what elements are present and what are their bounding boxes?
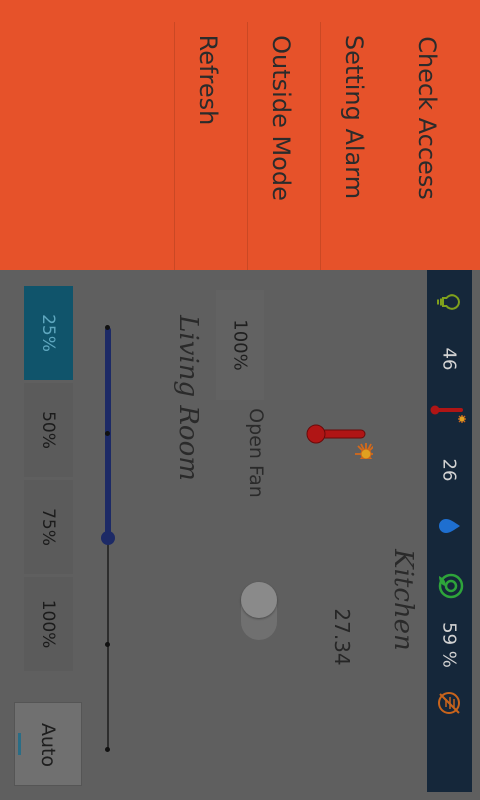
overflow-menu: Check Access Setting Alarm Outside Mode … [0, 0, 480, 270]
fan-label: Open Fan [245, 408, 267, 498]
light-value: 46 [438, 347, 460, 371]
speed-option-75[interactable]: 75% [24, 480, 73, 574]
auto-button[interactable]: Auto [14, 702, 82, 786]
slider-tick [105, 641, 110, 647]
temperature-value: 26 [438, 458, 460, 482]
living-room-title: Living Room [173, 315, 203, 481]
sensor-status-bar: 46 26 59 % [427, 270, 472, 792]
speed-option-label: 75% [38, 508, 58, 546]
bulb-icon [437, 294, 461, 310]
humidity-value: 59 % [438, 622, 460, 668]
speed-option-label: 25% [38, 314, 58, 352]
menu-item-setting-alarm[interactable]: Setting Alarm [320, 22, 393, 270]
no-motion-icon [438, 692, 460, 714]
fan-toggle[interactable] [241, 582, 277, 640]
speed-option-25[interactable]: 25% [24, 286, 73, 380]
menu-item-refresh[interactable]: Refresh [174, 22, 247, 270]
toggle-thumb [241, 582, 277, 618]
speed-option-label: 100% [38, 599, 58, 649]
thermometer-icon [306, 424, 373, 459]
slider-tick [105, 747, 110, 752]
menu-item-check-access[interactable]: Check Access [393, 22, 480, 270]
auto-button-label: Auto [37, 722, 59, 768]
speed-option-50[interactable]: 50% [24, 383, 73, 477]
speed-option-label: 50% [38, 411, 58, 449]
thermometer-icon [430, 405, 466, 423]
kitchen-temperature: 27.34 [330, 608, 354, 666]
menu-item-label: Check Access [413, 36, 441, 200]
auto-indicator [18, 733, 21, 755]
slider-tick [105, 325, 110, 330]
fan-speed-slider[interactable] [100, 318, 116, 758]
menu-item-outside-mode[interactable]: Outside Mode [247, 22, 320, 270]
fan-speed-display: 100% [216, 290, 264, 400]
menu-item-label: Setting Alarm [340, 34, 368, 200]
slider-thumb[interactable] [101, 531, 115, 545]
fan-speed-value: 100% [229, 319, 251, 371]
kitchen-title: Kitchen [388, 549, 418, 651]
speed-option-100[interactable]: 100% [24, 577, 73, 671]
menu-item-label: Outside Mode [267, 35, 295, 201]
plant-icon [438, 573, 464, 599]
menu-item-label: Refresh [194, 34, 222, 126]
slider-tick [105, 430, 110, 436]
water-drop-icon [439, 519, 460, 533]
